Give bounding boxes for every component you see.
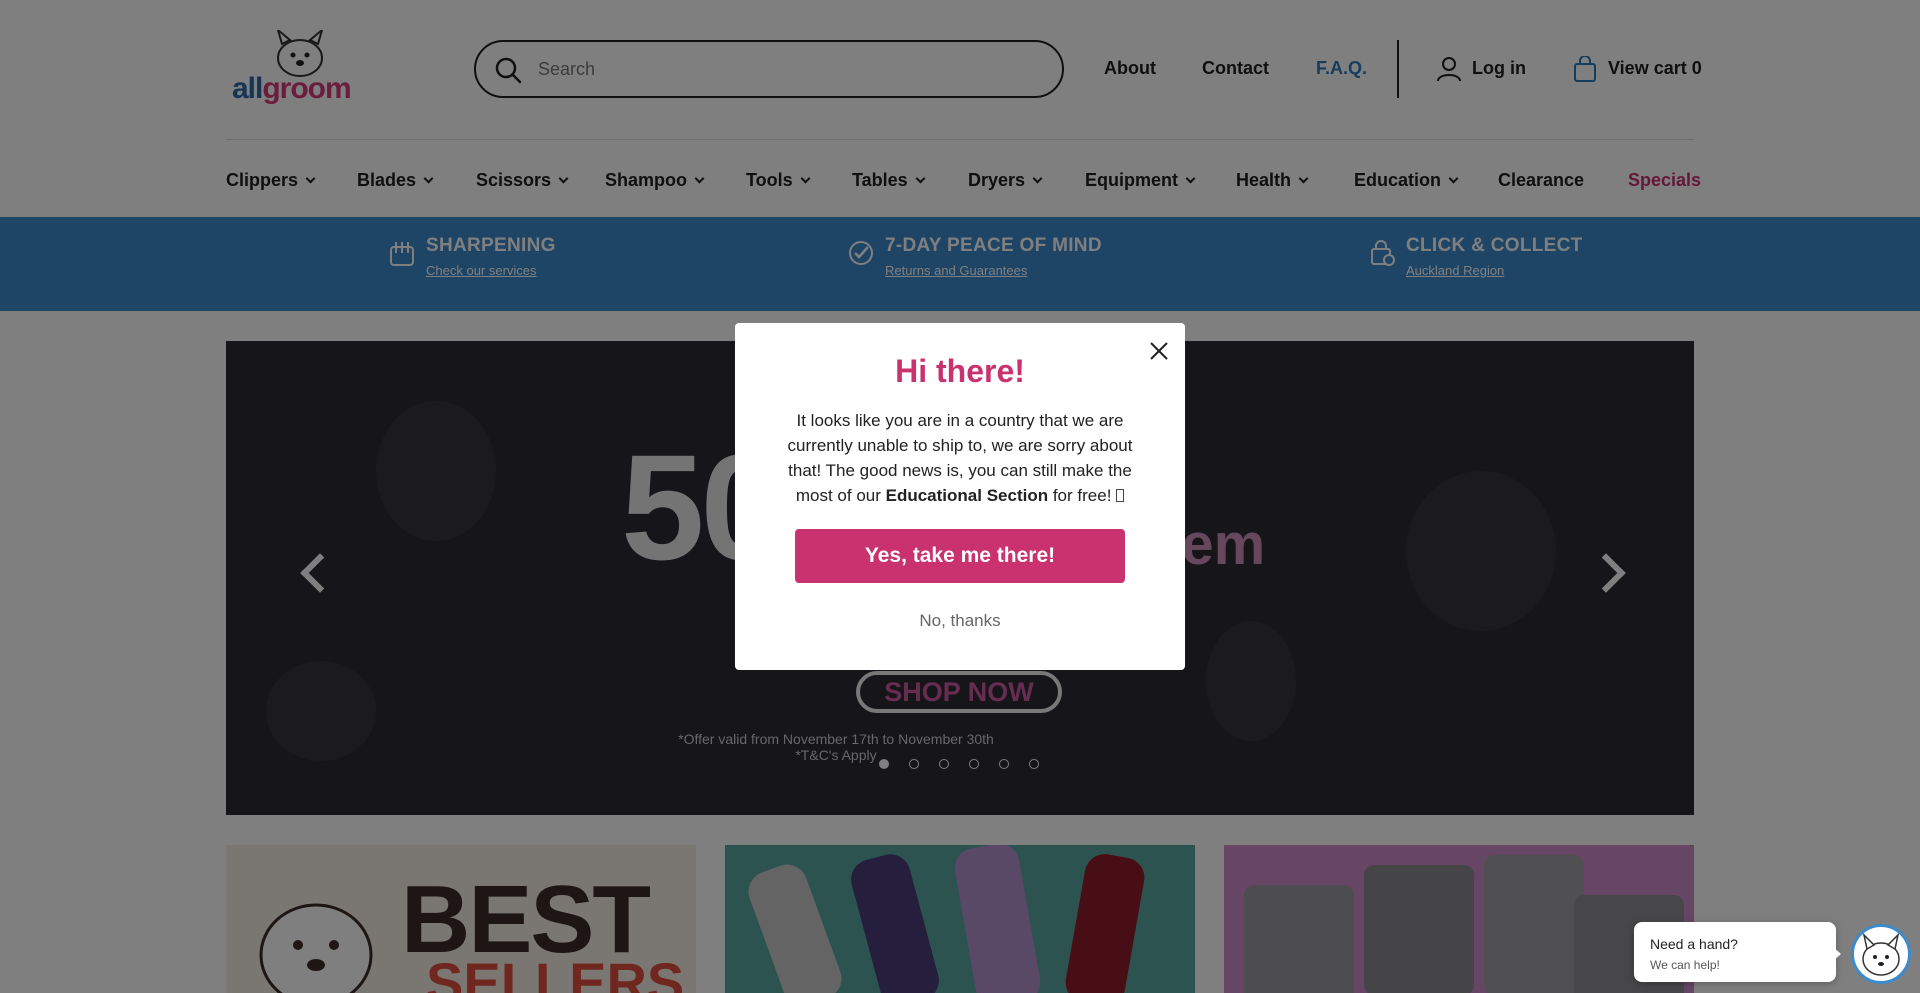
modal-title: Hi there! <box>895 353 1025 389</box>
chat-avatar[interactable] <box>1851 924 1911 984</box>
missing-glyph-icon <box>1116 489 1125 502</box>
chat-bubble-tail <box>1832 946 1841 962</box>
chat-bubble[interactable]: Need a hand? We can help! <box>1634 922 1836 982</box>
geo-restriction-modal: Hi there! It looks like you are in a cou… <box>735 323 1185 670</box>
modal-body: It looks like you are in a country that … <box>787 411 1133 505</box>
no-thanks-link[interactable]: No, thanks <box>735 611 1185 631</box>
chat-line-1: Need a hand? <box>1650 936 1738 952</box>
dog-avatar-icon <box>1862 932 1900 976</box>
take-me-there-button[interactable]: Yes, take me there! <box>795 529 1125 583</box>
chat-line-2: We can help! <box>1650 958 1720 972</box>
